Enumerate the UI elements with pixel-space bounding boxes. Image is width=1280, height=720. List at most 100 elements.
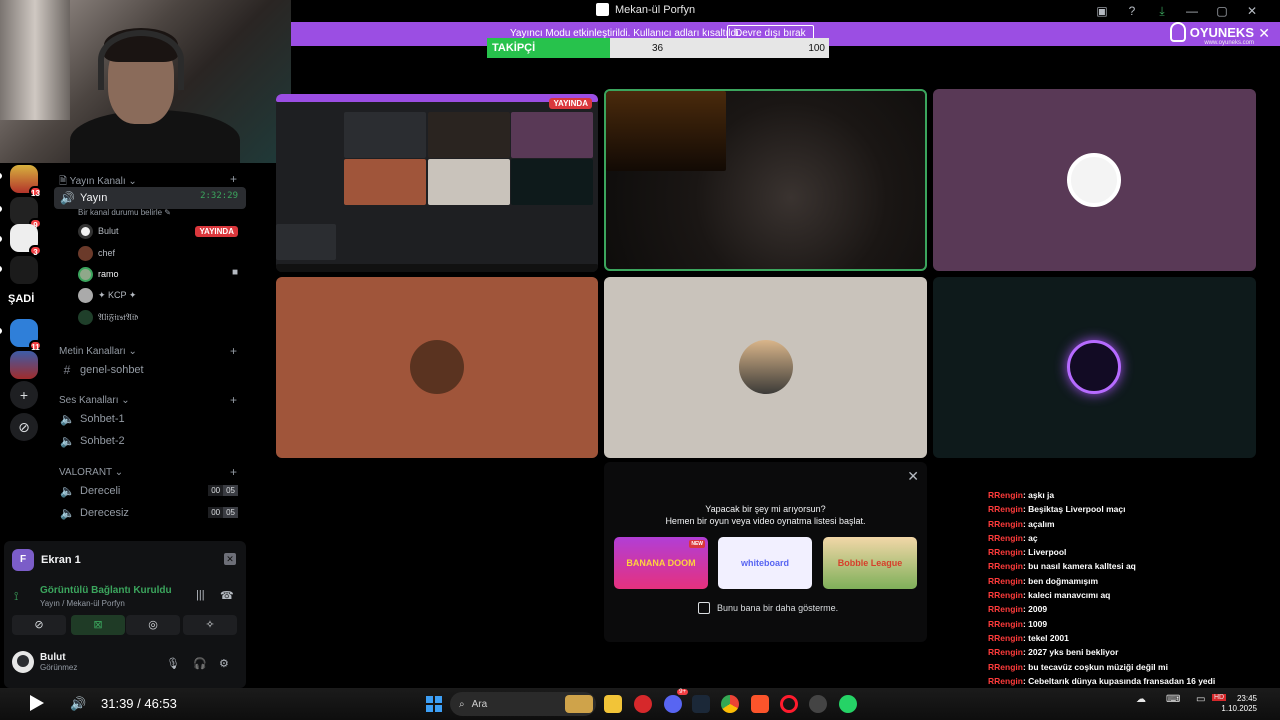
start-menu-icon[interactable] <box>426 696 442 712</box>
media-player-icon[interactable] <box>634 695 652 713</box>
inbox-icon[interactable]: ▣ <box>1094 3 1110 19</box>
voice-channel-active[interactable]: 🔊 Yayın 2:32:29 <box>54 187 246 209</box>
activity-banana-doom[interactable]: BANANA DOOM NEW <box>614 537 708 589</box>
maximize-icon[interactable]: ▢ <box>1214 3 1230 19</box>
add-channel-icon[interactable]: + <box>230 172 237 186</box>
participant-tile[interactable] <box>933 277 1256 458</box>
chat-message: RRengin: Liverpool <box>988 547 1280 561</box>
stop-stream-icon[interactable]: ✕ <box>224 553 236 565</box>
discord-icon[interactable]: 9+ <box>664 689 688 713</box>
voice-member[interactable]: Bulut <box>78 222 119 240</box>
connection-location: Yayın / Mekan-ül Porfyn <box>40 599 125 608</box>
settings-gear-icon[interactable]: ⚙ <box>219 657 229 670</box>
cloud-icon[interactable]: ☁ <box>1136 694 1146 705</box>
add-channel-icon[interactable]: + <box>230 465 237 479</box>
activity-prompt-card: ✕ Yapacak bir şey mi arıyorsun? Hemen bi… <box>604 462 927 642</box>
help-icon[interactable]: ? <box>1124 3 1140 19</box>
server-icon[interactable]: 11 <box>10 319 42 352</box>
follower-goal-target: 100 <box>808 43 825 54</box>
disconnect-icon[interactable]: ☎ <box>220 589 234 602</box>
server-icon[interactable]: 3 <box>10 224 42 257</box>
camera-tile-speaking[interactable] <box>604 89 927 271</box>
opera-icon[interactable] <box>780 695 798 713</box>
dont-show-again[interactable]: Bunu bana bir daha gösterme. <box>698 602 838 614</box>
dont-show-checkbox[interactable] <box>698 602 710 614</box>
participant-tile[interactable] <box>276 277 598 458</box>
widgets-icon[interactable] <box>565 695 593 713</box>
soundboard-button[interactable]: ✧ <box>183 615 237 635</box>
avatar <box>1067 153 1121 207</box>
volume-icon[interactable]: 🔊 <box>70 696 86 712</box>
close-window-icon[interactable]: ✕ <box>1244 3 1260 19</box>
add-channel-icon[interactable]: + <box>230 344 237 358</box>
noise-suppression-icon[interactable]: ||| <box>196 589 205 601</box>
clock-date: 1.10.2025 <box>1221 704 1257 713</box>
camera-icon: ■ <box>231 267 238 278</box>
voice-member[interactable]: ramo <box>78 265 119 283</box>
chat-username: RRengin <box>988 604 1023 615</box>
voice-channel[interactable]: 🔈 Sohbet-2 <box>54 430 246 452</box>
mention-badge: 11 <box>29 340 42 352</box>
close-icon[interactable]: ✕ <box>1258 25 1270 42</box>
chat-message: RRengin: açalım <box>988 519 1280 533</box>
add-channel-icon[interactable]: + <box>230 393 237 407</box>
headphones-icon[interactable]: 🎧 <box>193 657 207 670</box>
file-explorer-icon[interactable] <box>604 695 622 713</box>
participant-tile[interactable] <box>933 89 1256 271</box>
voice-member[interactable]: chef <box>78 244 115 262</box>
explore-servers-icon[interactable]: ⊘ <box>10 413 38 441</box>
avatar <box>739 340 793 394</box>
text-channel[interactable]: # genel-sohbet <box>54 359 246 381</box>
microphone-icon[interactable]: 🎙 <box>166 657 180 670</box>
chat-username: RRengin <box>988 590 1023 601</box>
download-icon[interactable]: ⤓ <box>1154 3 1170 19</box>
chat-message: RRengin: 2009 <box>988 604 1280 618</box>
live-badge: YAYINDA <box>549 98 592 109</box>
server-icon[interactable] <box>10 351 38 379</box>
connection-status-text[interactable]: Görüntülü Bağlantı Kuruldu <box>40 585 172 596</box>
chat-username: RRengin <box>988 547 1023 558</box>
member-name: ramo <box>98 269 119 279</box>
chat-text: : kaleci manavcımı aq <box>1022 590 1111 601</box>
system-clock[interactable]: 23:45 1.10.2025 <box>1221 694 1257 714</box>
steam-icon[interactable] <box>692 695 710 713</box>
voice-member[interactable]: 𝔄𝔩𝔦𝔉𝔦𝔯𝔰𝔱𝔄𝔦𝔡 <box>78 308 138 326</box>
category-text[interactable]: Metin Kanalları ⌄ <box>59 346 137 357</box>
add-server-icon[interactable]: + <box>10 381 38 409</box>
user-limit-counter: 00 05 <box>208 507 238 518</box>
activity-title: Bobble League <box>837 558 903 568</box>
chrome-icon[interactable] <box>721 695 739 713</box>
channel-name: Yayın <box>80 192 108 204</box>
minimize-icon[interactable]: — <box>1184 3 1200 19</box>
category-valorant[interactable]: VALORANT ⌄ <box>59 467 123 478</box>
channel-status[interactable]: Bir kanal durumu belirle ✎ <box>78 208 171 217</box>
video-off-button[interactable]: ⊘ <box>12 615 66 635</box>
server-name-text[interactable]: ŞADİ <box>8 293 34 305</box>
xbox-icon[interactable] <box>809 695 827 713</box>
speaker-icon: 🔈 <box>60 484 75 498</box>
activity-button[interactable]: ◎ <box>126 615 180 635</box>
keyboard-icon[interactable]: ⌨ <box>1166 694 1180 705</box>
close-icon[interactable]: ✕ <box>907 468 919 485</box>
unread-pip <box>0 206 2 212</box>
voice-channel[interactable]: 🔈 Sohbet-1 <box>54 408 246 430</box>
server-icon[interactable]: 13 <box>10 165 42 198</box>
screen-share-button[interactable]: ⊠ <box>71 615 125 635</box>
channel-sidebar: 🗎 Yayın Kanalı ⌄ + 🔊 Yayın 2:32:29 Bir k… <box>50 163 250 543</box>
current-user[interactable]: Bulut Görünmez <box>12 651 77 673</box>
server-icon[interactable] <box>10 256 38 284</box>
activity-whiteboard[interactable]: whiteboard <box>718 537 812 589</box>
play-icon[interactable] <box>30 695 44 711</box>
whatsapp-icon[interactable] <box>839 695 857 713</box>
chat-message: RRengin: 2027 yks beni bekliyor <box>988 647 1280 661</box>
chat-message: RRengin: 1009 <box>988 619 1280 633</box>
voice-member[interactable]: ✦ KCP ✦ <box>78 286 136 304</box>
server-icon[interactable]: 9 <box>10 197 42 230</box>
category-voice[interactable]: Ses Kanalları ⌄ <box>59 395 130 406</box>
activity-bobble-league[interactable]: Bobble League <box>823 537 917 589</box>
chat-text: : açalım <box>1022 518 1055 529</box>
participant-tile[interactable] <box>604 277 927 458</box>
stream-preview-tile[interactable]: YAYINDA <box>276 94 598 272</box>
network-icon[interactable]: ▭ <box>1196 694 1205 705</box>
brave-icon[interactable] <box>751 695 769 713</box>
